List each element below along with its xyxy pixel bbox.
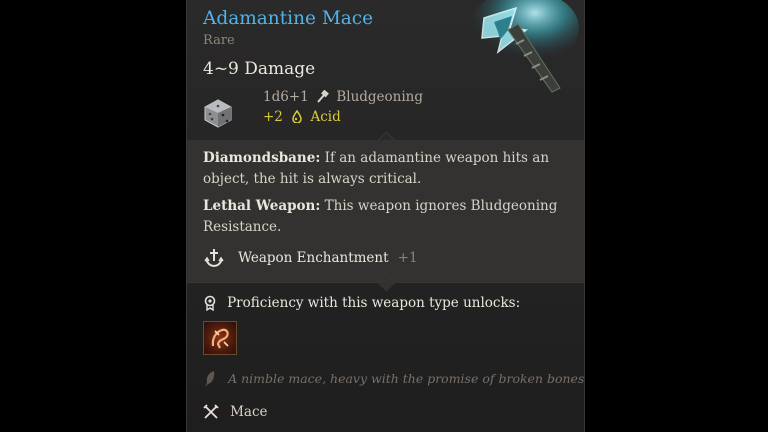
item-rarity: Rare bbox=[203, 33, 235, 48]
weapon-type-row: Mace bbox=[203, 401, 268, 420]
enchantment-icon bbox=[204, 249, 224, 268]
damage-dice: 1d6+1 bbox=[263, 89, 309, 105]
proficiency-header: Proficiency with this weapon type unlock… bbox=[203, 292, 520, 311]
flavor-text-row: A nimble mace, heavy with the promise of… bbox=[203, 368, 585, 388]
item-tooltip: Adamantine Mace Rare 4~9 Damage 1d6+1 Bl… bbox=[186, 0, 585, 432]
d6-die-icon bbox=[204, 99, 232, 128]
damage-type: Bludgeoning bbox=[336, 89, 424, 105]
bonus-type: Acid bbox=[310, 109, 341, 125]
enchantment-label: Weapon Enchantment bbox=[238, 250, 389, 266]
damage-summary: 4~9 Damage bbox=[203, 59, 316, 79]
weapon-action-glyph bbox=[211, 328, 229, 349]
proficiency-label: Proficiency with this weapon type unlock… bbox=[227, 294, 521, 311]
property-title: Lethal Weapon: bbox=[203, 198, 321, 214]
weapon-artwork bbox=[469, 0, 579, 93]
screen: Adamantine Mace Rare 4~9 Damage 1d6+1 Bl… bbox=[0, 0, 768, 432]
weapon-action-icon[interactable] bbox=[203, 321, 237, 355]
enchantment-bonus: +1 bbox=[397, 250, 418, 266]
proficiency-icon bbox=[204, 295, 216, 311]
bonus-damage-line: +2 Acid bbox=[263, 109, 341, 125]
item-name: Adamantine Mace bbox=[203, 8, 374, 29]
crossed-weapons-icon bbox=[203, 403, 219, 419]
quill-icon bbox=[205, 370, 215, 387]
bludgeoning-icon bbox=[317, 90, 329, 103]
weapon-type-label: Mace bbox=[230, 403, 268, 420]
properties-panel: Diamondsbane: If an adamantine weapon hi… bbox=[187, 140, 584, 282]
acid-icon bbox=[292, 110, 302, 123]
property-title: Diamondsbane: bbox=[203, 150, 321, 166]
weapon-enchantment[interactable]: Weapon Enchantment +1 bbox=[203, 247, 418, 269]
bonus-amount: +2 bbox=[263, 109, 283, 125]
flavor-text: A nimble mace, heavy with the promise of… bbox=[228, 371, 585, 386]
damage-dice-line: 1d6+1 Bludgeoning bbox=[263, 89, 423, 105]
property-lethal-weapon: Lethal Weapon: This weapon ignores Bludg… bbox=[203, 196, 563, 238]
property-diamondsbane: Diamondsbane: If an adamantine weapon hi… bbox=[203, 148, 563, 190]
